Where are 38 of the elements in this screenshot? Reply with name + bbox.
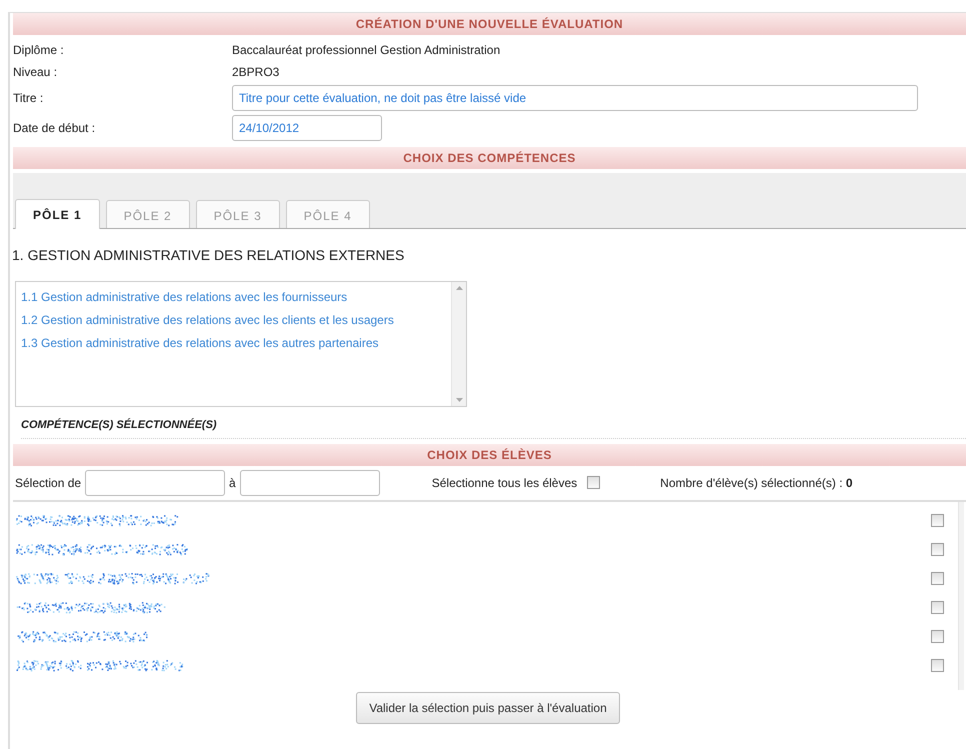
- checkbox[interactable]: [931, 542, 944, 556]
- count-label: Nombre d'élève(s) sélectionné(s) : 0: [660, 474, 853, 492]
- tab[interactable]: PÔLE 1: [15, 199, 100, 229]
- field-label: Date de début :: [13, 120, 96, 137]
- select-all-label: Sélectionne tous les élèves: [432, 474, 578, 492]
- to-field[interactable]: [240, 470, 380, 496]
- list-item[interactable]: 1.1 Gestion administrative des relations avec les fournisseurs: [16, 286, 451, 309]
- checkbox[interactable]: [931, 514, 944, 526]
- from-field[interactable]: [85, 470, 226, 496]
- field-label: Niveau :: [13, 64, 58, 81]
- title-field[interactable]: Titre pour cette évaluation, ne doit pas être laissé vide: [232, 85, 918, 111]
- section-header: CHOIX DES COMPÉTENCES: [13, 147, 966, 169]
- checkbox[interactable]: [587, 476, 600, 489]
- date-field[interactable]: 24/10/2012: [232, 115, 382, 141]
- checkbox[interactable]: [931, 630, 944, 642]
- checkbox[interactable]: [931, 600, 944, 614]
- field-value: 2BPRO3: [232, 64, 280, 81]
- submit-button[interactable]: Valider la sélection puis passer à l'évaluation: [356, 692, 620, 724]
- tab[interactable]: PÔLE 3: [196, 200, 280, 228]
- filter-label: à: [229, 474, 236, 492]
- list-item[interactable]: 1.2 Gestion administrative des relations avec les clients et les usagers: [16, 309, 451, 332]
- selected-label: COMPÉTENCE(S) SÉLECTIONNÉE(S): [21, 417, 966, 438]
- list-item[interactable]: 1.3 Gestion administrative des relations avec les autres partenaires: [16, 332, 451, 355]
- scrollbar[interactable]: [958, 502, 964, 690]
- scrollbar[interactable]: [451, 282, 466, 406]
- section-heading: 1. GESTION ADMINISTRATIVE DES RELATIONS EXTERNES: [12, 246, 406, 265]
- scroll-up-icon[interactable]: [456, 286, 462, 290]
- checkbox[interactable]: [931, 572, 944, 584]
- field-label: Diplôme :: [13, 42, 65, 59]
- section-header: CHOIX DES ÉLÈVES: [13, 444, 966, 466]
- scroll-down-icon[interactable]: [456, 398, 462, 402]
- checkbox[interactable]: [931, 658, 944, 672]
- tab[interactable]: PÔLE 4: [286, 200, 370, 228]
- field-value: Baccalauréat professionnel Gestion Administration: [232, 42, 500, 59]
- tab[interactable]: PÔLE 2: [106, 200, 190, 228]
- filter-label: Sélection de: [15, 474, 82, 492]
- section-header: CRÉATION D'UNE NOUVELLE ÉVALUATION: [13, 13, 966, 35]
- field-label: Titre :: [13, 90, 44, 107]
